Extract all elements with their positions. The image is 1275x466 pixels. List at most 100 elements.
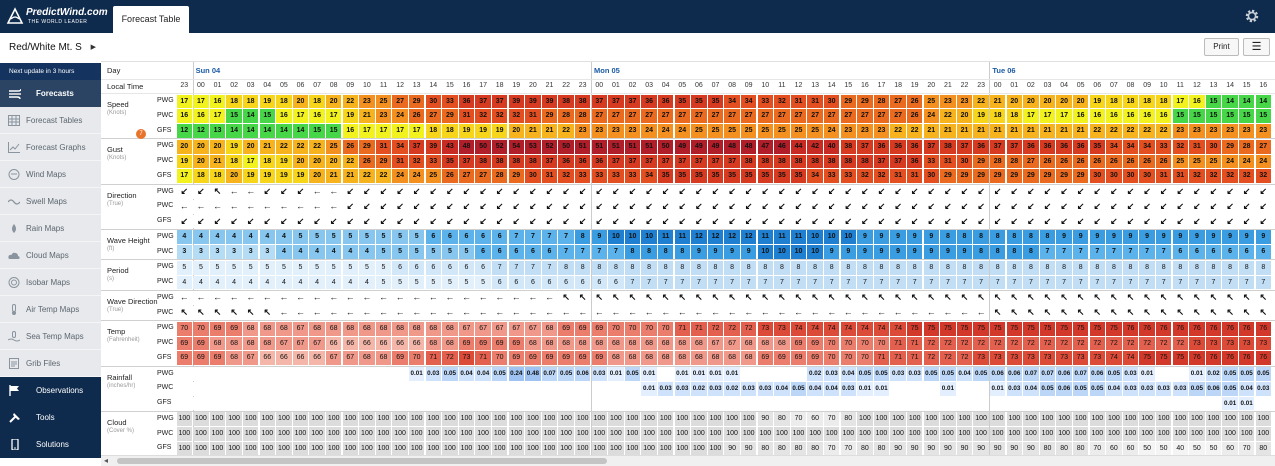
- forecast-cell: 8: [641, 260, 657, 275]
- forecast-cell: 9: [724, 245, 740, 259]
- forecast-cell: 37: [724, 154, 740, 169]
- forecast-cell: 7: [707, 275, 724, 290]
- forecast-cell: 8: [641, 245, 657, 259]
- sidebar-item-rain-maps[interactable]: Rain Maps: [0, 215, 101, 242]
- forecast-cell: 0.02: [807, 367, 823, 381]
- forecast-cell: 100: [1238, 427, 1255, 441]
- forecast-cell: 37: [691, 154, 707, 169]
- forecast-cell: [940, 396, 956, 411]
- forecast-cell: ←: [541, 291, 558, 305]
- forecast-cell: 7: [1189, 275, 1205, 290]
- tab-forecast-table[interactable]: Forecast Table: [113, 6, 189, 33]
- sea-temp-icon: [8, 331, 20, 342]
- gear-icon[interactable]: [1244, 8, 1260, 24]
- sidebar-item-grib-files[interactable]: Grib Files: [0, 350, 101, 377]
- forecast-cell: 32: [1189, 169, 1205, 183]
- forecast-cell: 68: [591, 336, 608, 351]
- forecast-cell: 21: [325, 169, 342, 183]
- sidebar-item-forecast-tables[interactable]: Forecast Tables: [0, 107, 101, 134]
- sidebar-item-label: Grib Files: [26, 359, 61, 368]
- forecast-cell: [657, 396, 674, 411]
- forecast-cell: 100: [1023, 427, 1039, 441]
- forecast-cell: 37: [657, 154, 674, 169]
- hour-label: 13: [811, 82, 819, 89]
- forecast-cell: 100: [624, 412, 641, 426]
- menu-button[interactable]: ☰: [1243, 38, 1270, 56]
- forecast-cell: 4: [193, 275, 209, 290]
- forecast-cell: 4: [226, 275, 242, 290]
- logo[interactable]: PredictWind.com THE WORLD LEADER: [6, 5, 108, 29]
- forecast-cell: 24: [408, 169, 425, 183]
- forecast-cell: ←: [259, 199, 276, 214]
- speed-info-badge[interactable]: 7: [136, 129, 146, 139]
- forecast-cell: 5: [226, 260, 242, 275]
- forecast-cell: 69: [193, 351, 209, 365]
- forecast-cell: 6: [525, 275, 541, 290]
- forecast-cell: [807, 396, 823, 411]
- forecast-cell: ←: [176, 291, 193, 305]
- model-label: PWG: [157, 187, 174, 195]
- forecast-cell: 100: [973, 427, 989, 441]
- forecast-cell: 72: [1006, 336, 1023, 351]
- forecast-cell: ↙: [1106, 185, 1122, 199]
- sidebar-item-cloud-maps[interactable]: Cloud Maps: [0, 242, 101, 269]
- forecast-cell: 0.01: [1222, 396, 1238, 411]
- forecast-cell: [657, 367, 674, 381]
- forecast-cell: 4: [276, 275, 292, 290]
- forecast-cell: ←: [276, 291, 292, 305]
- sidebar-item-forecasts[interactable]: Forecasts: [0, 80, 101, 107]
- forecast-cell: 15: [1238, 109, 1255, 123]
- sidebar-item-label: Isobar Maps: [26, 278, 71, 287]
- sidebar-item-forecast-graphs[interactable]: Forecast Graphs: [0, 134, 101, 161]
- forecast-cell: 3: [242, 245, 259, 259]
- forecast-cell: 100: [657, 441, 674, 455]
- hour-label: 02: [628, 82, 637, 89]
- sidebar-item-tools[interactable]: Tools: [0, 404, 101, 431]
- location-selector[interactable]: Red/White Mt. S ▶: [0, 33, 101, 63]
- sidebar-item-wind-maps[interactable]: Wind Maps: [0, 161, 101, 188]
- forecast-cell: 0.01: [857, 381, 873, 396]
- forecast-cell: ←: [558, 306, 574, 320]
- forecast-cell: 100: [1189, 412, 1205, 426]
- sidebar-item-swell-maps[interactable]: Swell Maps: [0, 188, 101, 215]
- forecast-cell: 6: [525, 245, 541, 259]
- sidebar-item-observations[interactable]: Observations: [0, 377, 101, 404]
- forecast-cell: 70: [624, 321, 641, 336]
- forecast-cell: 100: [458, 427, 475, 441]
- forecast-cell: 7: [1222, 275, 1238, 290]
- forecast-cell: 27: [691, 109, 707, 123]
- forecast-cell: 7: [674, 275, 691, 290]
- forecast-cell: 5: [309, 260, 325, 275]
- scroll-left-icon[interactable]: ◂: [104, 456, 108, 466]
- forecast-cell: ←: [458, 306, 475, 320]
- sidebar-item-sea-temp-maps[interactable]: Sea Temp Maps: [0, 323, 101, 350]
- forecast-cell: 100: [276, 412, 292, 426]
- forecast-cell: 21: [342, 169, 359, 183]
- sidebar-item-isobar-maps[interactable]: Isobar Maps: [0, 269, 101, 296]
- forecast-cell: 4: [325, 245, 342, 259]
- forecast-cell: ↙: [508, 214, 525, 229]
- forecast-cell: 7: [1039, 275, 1056, 290]
- hour-label: 10: [362, 82, 371, 89]
- forecast-cell: ↖: [774, 291, 790, 305]
- forecast-cell: 24: [392, 109, 408, 123]
- forecast-cell: 60: [1106, 441, 1122, 455]
- forecast-cell: 25: [774, 124, 790, 138]
- horizontal-scrollbar[interactable]: ◂: [101, 455, 1275, 466]
- forecast-cell: 8: [1222, 260, 1238, 275]
- forecast-cell: 4: [193, 230, 209, 244]
- print-button[interactable]: Print: [1204, 38, 1239, 56]
- sidebar-item-solutions[interactable]: Solutions: [0, 431, 101, 458]
- forecast-cell: 68: [657, 336, 674, 351]
- forecast-cell: ↖: [193, 306, 209, 320]
- forecast-cell: 36: [641, 94, 657, 109]
- forecast-cell: ←: [209, 291, 226, 305]
- sidebar-item-air-temp-maps[interactable]: Air Temp Maps: [0, 296, 101, 323]
- scrollbar-thumb[interactable]: [117, 458, 607, 464]
- forecast-cell: 74: [790, 321, 807, 336]
- forecast-cell: 7: [591, 245, 608, 259]
- forecast-cell: 6: [425, 230, 442, 244]
- forecast-cell: 80: [774, 412, 790, 426]
- forecast-cell: 8: [1023, 245, 1039, 259]
- forecast-cell: 20: [325, 154, 342, 169]
